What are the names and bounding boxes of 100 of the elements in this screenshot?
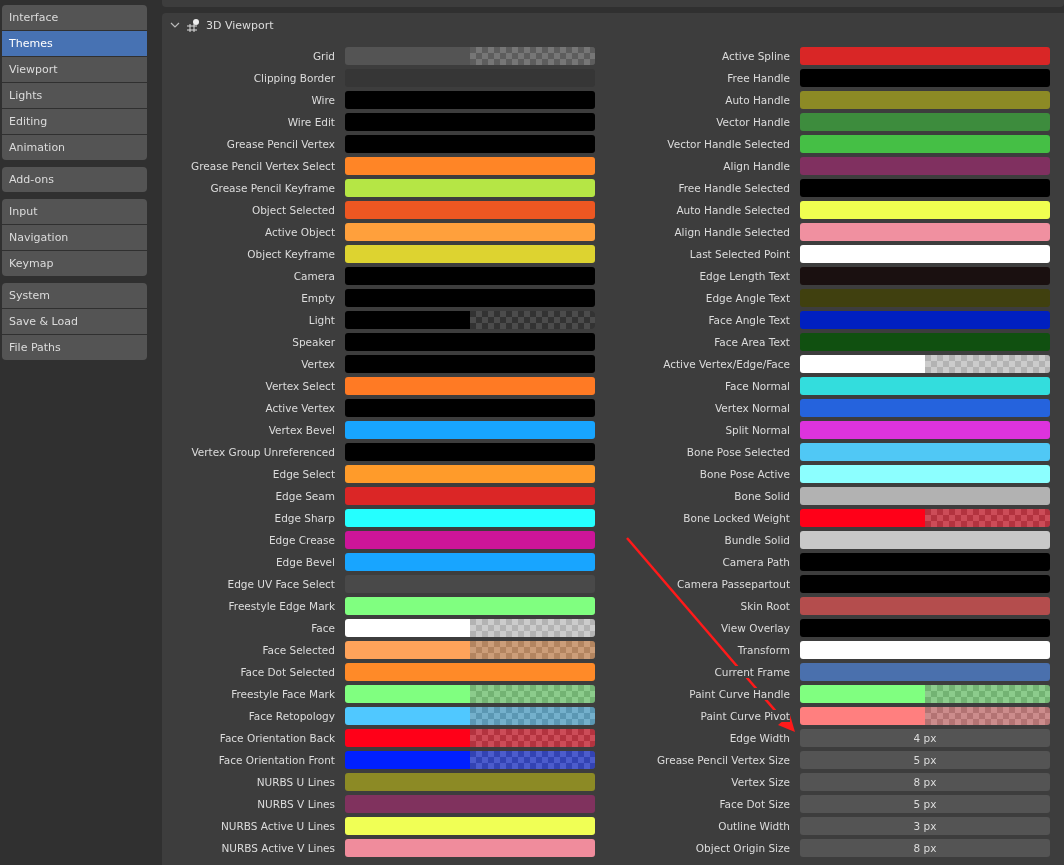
color-swatch[interactable] xyxy=(345,729,595,747)
color-swatch[interactable] xyxy=(345,685,595,703)
color-swatch[interactable] xyxy=(800,685,1050,703)
panel-title: 3D Viewport xyxy=(206,18,274,32)
sidebar-item[interactable]: Add-ons xyxy=(2,167,147,192)
color-swatch[interactable] xyxy=(800,663,1050,681)
color-swatch[interactable] xyxy=(345,751,595,769)
color-swatch[interactable] xyxy=(345,795,595,813)
color-swatch[interactable] xyxy=(800,531,1050,549)
color-swatch[interactable] xyxy=(800,179,1050,197)
color-swatch[interactable] xyxy=(345,663,595,681)
sidebar-item[interactable]: Keymap xyxy=(2,251,147,276)
color-swatch[interactable] xyxy=(800,289,1050,307)
color-swatch[interactable] xyxy=(345,113,595,131)
setting-label: Freestyle Face Mark xyxy=(231,688,335,700)
color-swatch[interactable] xyxy=(345,355,595,373)
color-swatch[interactable] xyxy=(800,421,1050,439)
color-swatch[interactable] xyxy=(800,47,1050,65)
color-swatch[interactable] xyxy=(345,421,595,439)
color-swatch[interactable] xyxy=(345,157,595,175)
color-swatch[interactable] xyxy=(345,465,595,483)
color-swatch[interactable] xyxy=(800,553,1050,571)
number-field[interactable]: 8 px xyxy=(800,773,1050,791)
color-swatch[interactable] xyxy=(345,47,595,65)
color-swatch[interactable] xyxy=(345,333,595,351)
number-field[interactable]: 8 px xyxy=(800,839,1050,857)
setting-label: Outline Width xyxy=(718,820,790,832)
setting-label: Edge Width xyxy=(729,732,790,744)
color-swatch[interactable] xyxy=(345,223,595,241)
setting-label: NURBS Active V Lines xyxy=(221,842,335,854)
setting-label: Bone Solid xyxy=(734,490,790,502)
color-swatch[interactable] xyxy=(345,839,595,857)
color-swatch[interactable] xyxy=(800,355,1050,373)
setting-label: Bone Pose Active xyxy=(699,468,790,480)
color-swatch[interactable] xyxy=(345,245,595,263)
color-swatch[interactable] xyxy=(800,135,1050,153)
sidebar-item[interactable]: Save & Load xyxy=(2,309,147,334)
color-swatch[interactable] xyxy=(345,619,595,637)
color-swatch[interactable] xyxy=(345,487,595,505)
color-swatch[interactable] xyxy=(345,707,595,725)
sidebar-item[interactable]: Navigation xyxy=(2,225,147,250)
sidebar-item[interactable]: System xyxy=(2,283,147,308)
color-swatch[interactable] xyxy=(345,553,595,571)
color-swatch[interactable] xyxy=(800,575,1050,593)
color-swatch[interactable] xyxy=(800,465,1050,483)
color-swatch[interactable] xyxy=(800,245,1050,263)
color-swatch[interactable] xyxy=(345,201,595,219)
color-swatch[interactable] xyxy=(345,311,595,329)
color-swatch[interactable] xyxy=(345,817,595,835)
sidebar-item[interactable]: Themes xyxy=(2,31,147,56)
color-swatch[interactable] xyxy=(800,201,1050,219)
color-swatch[interactable] xyxy=(800,69,1050,87)
sidebar-item[interactable]: Input xyxy=(2,199,147,224)
sidebar-item[interactable]: Viewport xyxy=(2,57,147,82)
number-field[interactable]: 4 px xyxy=(800,729,1050,747)
setting-label: Face Area Text xyxy=(714,336,790,348)
color-swatch[interactable] xyxy=(345,267,595,285)
color-swatch[interactable] xyxy=(345,641,595,659)
setting-label: Camera xyxy=(293,270,335,282)
color-swatch[interactable] xyxy=(800,641,1050,659)
sidebar-item[interactable]: Animation xyxy=(2,135,147,160)
setting-label: Active Object xyxy=(265,226,335,238)
color-swatch[interactable] xyxy=(800,311,1050,329)
color-swatch[interactable] xyxy=(345,289,595,307)
color-swatch[interactable] xyxy=(345,135,595,153)
setting-label: Bundle Solid xyxy=(724,534,790,546)
color-swatch[interactable] xyxy=(800,333,1050,351)
color-swatch[interactable] xyxy=(800,509,1050,527)
color-swatch[interactable] xyxy=(345,773,595,791)
color-swatch[interactable] xyxy=(800,157,1050,175)
number-field[interactable]: 5 px xyxy=(800,795,1050,813)
color-swatch[interactable] xyxy=(345,179,595,197)
color-swatch[interactable] xyxy=(800,597,1050,615)
number-field[interactable]: 5 px xyxy=(800,751,1050,769)
color-swatch[interactable] xyxy=(800,267,1050,285)
color-swatch[interactable] xyxy=(800,223,1050,241)
color-swatch[interactable] xyxy=(800,619,1050,637)
color-swatch[interactable] xyxy=(800,399,1050,417)
color-swatch[interactable] xyxy=(800,487,1050,505)
color-swatch[interactable] xyxy=(800,377,1050,395)
color-swatch[interactable] xyxy=(800,91,1050,109)
sidebar-item[interactable]: Lights xyxy=(2,83,147,108)
color-swatch[interactable] xyxy=(345,597,595,615)
color-swatch[interactable] xyxy=(345,443,595,461)
color-swatch[interactable] xyxy=(345,531,595,549)
setting-label: Grid xyxy=(312,50,335,62)
sidebar-item[interactable]: Interface xyxy=(2,5,147,30)
color-swatch[interactable] xyxy=(345,91,595,109)
chevron-icon[interactable] xyxy=(170,20,180,30)
color-swatch[interactable] xyxy=(345,377,595,395)
number-field[interactable]: 3 px xyxy=(800,817,1050,835)
color-swatch[interactable] xyxy=(800,443,1050,461)
color-swatch[interactable] xyxy=(800,707,1050,725)
color-swatch[interactable] xyxy=(345,399,595,417)
setting-label: Vertex Bevel xyxy=(268,424,335,436)
color-swatch[interactable] xyxy=(345,509,595,527)
sidebar-item[interactable]: File Paths xyxy=(2,335,147,360)
color-swatch[interactable] xyxy=(800,113,1050,131)
sidebar-item[interactable]: Editing xyxy=(2,109,147,134)
setting-label: Vertex Group Unreferenced xyxy=(191,446,335,458)
